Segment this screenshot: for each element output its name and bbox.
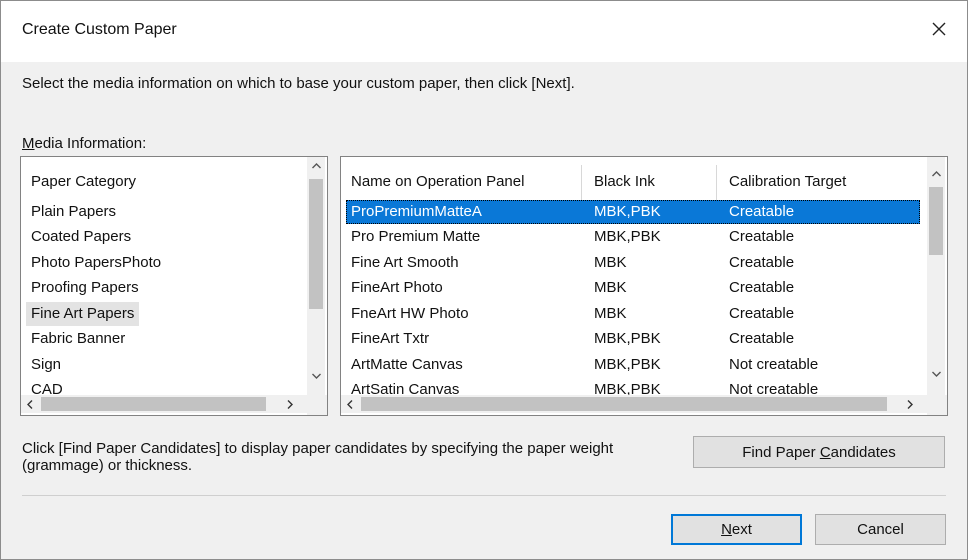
create-custom-paper-dialog: Create Custom Paper Select the media inf…: [0, 0, 968, 560]
cell-calibration: Not creatable: [729, 356, 819, 373]
cell-calibration: Creatable: [729, 203, 795, 220]
column-header-name[interactable]: Name on Operation Panel: [351, 173, 524, 190]
cell-name: FineArt Photo: [351, 279, 443, 296]
find-paper-candidates-button[interactable]: Find Paper Candidates: [693, 436, 945, 468]
category-item[interactable]: Plain Papers: [26, 200, 121, 224]
category-item[interactable]: Coated Papers: [26, 225, 136, 249]
scroll-down-icon[interactable]: [927, 365, 945, 383]
cell-name: Pro Premium Matte: [351, 228, 481, 245]
cancel-button[interactable]: Cancel: [815, 514, 946, 545]
media-row[interactable]: ArtMatte Canvas MBK,PBK Not creatable: [346, 353, 920, 377]
category-item-selected[interactable]: Fine Art Papers: [26, 302, 140, 326]
close-button[interactable]: [919, 13, 959, 49]
media-information-label: Media Information:: [22, 135, 146, 152]
paper-category-header: Paper Category: [31, 173, 137, 190]
separator: [22, 495, 946, 496]
media-row[interactable]: FineArt Photo MBK Creatable: [346, 276, 920, 300]
media-horizontal-scrollbar[interactable]: [341, 395, 927, 413]
cell-calibration: Creatable: [729, 254, 795, 271]
cell-black-ink: MBK,PBK: [594, 330, 661, 347]
media-row[interactable]: Fine Art Smooth MBK Creatable: [346, 251, 920, 275]
media-label-mnemonic: M: [22, 135, 35, 152]
category-item[interactable]: Sign: [26, 353, 66, 377]
next-mnemonic: N: [721, 521, 732, 538]
scroll-corner: [927, 395, 947, 415]
scroll-right-icon[interactable]: [281, 395, 299, 413]
close-icon: [932, 22, 946, 40]
category-item[interactable]: Proofing Papers: [26, 276, 144, 300]
scroll-left-icon[interactable]: [21, 395, 39, 413]
cell-black-ink: MBK: [594, 279, 627, 296]
media-row[interactable]: Pro Premium Matte MBK,PBK Creatable: [346, 225, 920, 249]
paper-category-list[interactable]: Paper Category Plain Papers Coated Paper…: [20, 156, 328, 416]
cell-name: ProPremiumMatteA: [351, 203, 482, 220]
cell-calibration: Creatable: [729, 305, 795, 322]
cell-black-ink: MBK,PBK: [594, 203, 661, 220]
category-item[interactable]: Photo PapersPhoto: [26, 251, 166, 275]
column-header-calibration-target[interactable]: Calibration Target: [729, 173, 846, 190]
cell-name: Fine Art Smooth: [351, 254, 459, 271]
category-hscroll-thumb[interactable]: [41, 397, 266, 411]
category-item[interactable]: Fabric Banner: [26, 327, 130, 351]
title-bar: Create Custom Paper: [1, 1, 967, 62]
find-button-mnemonic: C: [819, 443, 831, 461]
media-label-text: edia Information:: [34, 135, 147, 152]
column-divider[interactable]: [716, 165, 717, 201]
media-hscroll-thumb[interactable]: [361, 397, 887, 411]
cell-calibration: Creatable: [729, 330, 795, 347]
cell-black-ink: MBK,PBK: [594, 228, 661, 245]
next-label: ext: [731, 521, 752, 538]
media-row[interactable]: FneArt HW Photo MBK Creatable: [346, 302, 920, 326]
media-scroll-thumb[interactable]: [929, 187, 943, 255]
cell-black-ink: MBK: [594, 254, 627, 271]
scroll-left-icon[interactable]: [341, 395, 359, 413]
scroll-corner: [307, 395, 327, 415]
find-button-text-before: Find Paper: [742, 443, 820, 461]
cell-calibration: Creatable: [729, 279, 795, 296]
scroll-up-icon[interactable]: [927, 165, 945, 183]
column-divider[interactable]: [581, 165, 582, 201]
find-button-text-after: andidates: [830, 443, 896, 461]
scroll-down-icon[interactable]: [307, 367, 325, 385]
category-vertical-scrollbar[interactable]: [307, 157, 325, 395]
media-list[interactable]: Name on Operation Panel Black Ink Calibr…: [340, 156, 948, 416]
column-header-black-ink[interactable]: Black Ink: [594, 173, 655, 190]
media-row-selected[interactable]: ProPremiumMatteA MBK,PBK Creatable: [346, 200, 920, 224]
instruction-text: Select the media information on which to…: [22, 75, 575, 92]
cell-name: FineArt Txtr: [351, 330, 430, 347]
cell-name: ArtMatte Canvas: [351, 356, 463, 373]
category-scroll-thumb[interactable]: [309, 179, 323, 309]
find-candidates-hint: Click [Find Paper Candidates] to display…: [22, 440, 614, 474]
cell-black-ink: MBK,PBK: [594, 356, 661, 373]
media-vertical-scrollbar[interactable]: [927, 157, 945, 395]
media-row[interactable]: FineArt Txtr MBK,PBK Creatable: [346, 327, 920, 351]
dialog-title: Create Custom Paper: [22, 21, 177, 38]
next-button[interactable]: Next: [671, 514, 802, 545]
cell-name: FneArt HW Photo: [351, 305, 469, 322]
cell-black-ink: MBK: [594, 305, 627, 322]
cell-calibration: Creatable: [729, 228, 795, 245]
scroll-right-icon[interactable]: [901, 395, 919, 413]
scroll-up-icon[interactable]: [307, 157, 325, 175]
category-horizontal-scrollbar[interactable]: [21, 395, 307, 413]
